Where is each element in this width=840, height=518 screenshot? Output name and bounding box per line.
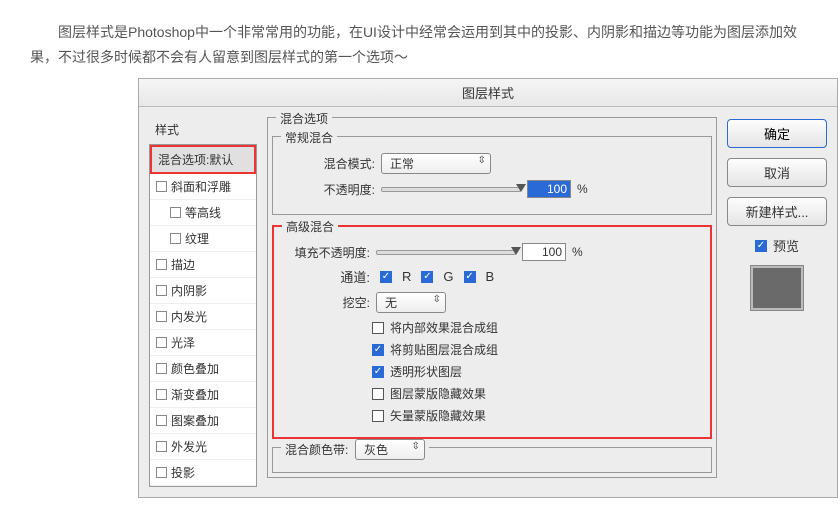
- checkbox-icon[interactable]: [156, 415, 167, 426]
- sidebar-item-stroke[interactable]: 描边: [150, 252, 256, 278]
- sidebar-item-blending-options[interactable]: 混合选项:默认: [150, 145, 256, 174]
- channel-b-checkbox[interactable]: [464, 271, 476, 283]
- blend-if-legend: 混合颜色带: 灰色: [281, 439, 429, 460]
- blend-mode-label: 混合模式:: [287, 155, 375, 172]
- checkbox-icon[interactable]: [156, 389, 167, 400]
- blend-mode-select[interactable]: 正常: [381, 153, 491, 174]
- opt-layermask-label: 图层蒙版隐藏效果: [390, 385, 486, 402]
- fill-opacity-suffix: %: [572, 245, 583, 259]
- channel-g-checkbox[interactable]: [421, 271, 433, 283]
- opt-interior-label: 将内部效果混合成组: [390, 319, 498, 336]
- preview-checkbox[interactable]: [755, 240, 767, 252]
- checkbox-icon[interactable]: [170, 207, 181, 218]
- opacity-label: 不透明度:: [287, 181, 375, 198]
- dialog-right-panel: 确定 取消 新建样式... 预览: [727, 117, 827, 487]
- advanced-blending-fieldset: 高级混合 填充不透明度: 100 % 通道: R G B: [272, 225, 712, 439]
- cancel-button[interactable]: 取消: [727, 158, 827, 187]
- channel-b-label: B: [486, 269, 495, 284]
- opt-clipped-checkbox[interactable]: [372, 344, 384, 356]
- checkbox-icon[interactable]: [156, 363, 167, 374]
- checkbox-icon[interactable]: [156, 337, 167, 348]
- blend-if-select[interactable]: 灰色: [355, 439, 425, 460]
- new-style-button[interactable]: 新建样式...: [727, 197, 827, 226]
- ok-button[interactable]: 确定: [727, 119, 827, 148]
- sidebar-item-bevel[interactable]: 斜面和浮雕: [150, 174, 256, 200]
- sidebar-item-color-overlay[interactable]: 颜色叠加: [150, 356, 256, 382]
- opt-transparency-checkbox[interactable]: [372, 366, 384, 378]
- opt-layermask-checkbox[interactable]: [372, 388, 384, 400]
- opt-clipped-label: 将剪贴图层混合成组: [390, 341, 498, 358]
- fill-opacity-input[interactable]: 100: [522, 243, 566, 261]
- article-paragraph: 图层样式是Photoshop中一个非常常用的功能，在UI设计中经常会运用到其中的…: [30, 20, 810, 70]
- channel-r-checkbox[interactable]: [380, 271, 392, 283]
- knockout-select[interactable]: 无: [376, 292, 446, 313]
- checkbox-icon[interactable]: [156, 441, 167, 452]
- sidebar-item-inner-glow[interactable]: 内发光: [150, 304, 256, 330]
- sidebar-item-outer-glow[interactable]: 外发光: [150, 434, 256, 460]
- opt-transparency-label: 透明形状图层: [390, 363, 462, 380]
- checkbox-icon[interactable]: [156, 311, 167, 322]
- styles-sidebar: 样式 混合选项:默认 斜面和浮雕 等高线 纹理 描边 内阴影 内发光 光泽 颜色…: [149, 117, 257, 487]
- general-blending-fieldset: 常规混合 混合模式: 正常 不透明度: 100 %: [272, 136, 712, 215]
- sidebar-item-contour[interactable]: 等高线: [150, 200, 256, 226]
- preview-swatch: [750, 265, 804, 311]
- opacity-input[interactable]: 100: [527, 180, 571, 198]
- fill-opacity-slider[interactable]: [376, 250, 516, 255]
- general-blending-legend: 常规混合: [281, 129, 337, 146]
- styles-list: 混合选项:默认 斜面和浮雕 等高线 纹理 描边 内阴影 内发光 光泽 颜色叠加 …: [149, 144, 257, 487]
- checkbox-icon[interactable]: [156, 259, 167, 270]
- opacity-suffix: %: [577, 182, 588, 196]
- channels-label: 通道:: [282, 267, 370, 286]
- sidebar-item-pattern-overlay[interactable]: 图案叠加: [150, 408, 256, 434]
- sidebar-item-texture[interactable]: 纹理: [150, 226, 256, 252]
- checkbox-icon[interactable]: [170, 233, 181, 244]
- fill-opacity-label: 填充不透明度:: [282, 244, 370, 261]
- checkbox-icon[interactable]: [156, 467, 167, 478]
- checkbox-icon[interactable]: [156, 181, 167, 192]
- dialog-titlebar: 图层样式: [139, 79, 837, 107]
- preview-label: 预览: [773, 236, 799, 255]
- channel-g-label: G: [443, 269, 453, 284]
- opt-vectormask-checkbox[interactable]: [372, 410, 384, 422]
- blend-if-fieldset: 混合颜色带: 灰色: [272, 447, 712, 473]
- opt-interior-checkbox[interactable]: [372, 322, 384, 334]
- slider-thumb-icon[interactable]: [516, 184, 526, 197]
- channel-r-label: R: [402, 269, 411, 284]
- sidebar-item-satin[interactable]: 光泽: [150, 330, 256, 356]
- opacity-slider[interactable]: [381, 187, 521, 192]
- sidebar-title: 样式: [149, 117, 257, 144]
- opt-vectormask-label: 矢量蒙版隐藏效果: [390, 407, 486, 424]
- advanced-blending-legend: 高级混合: [282, 218, 338, 235]
- blending-options-legend: 混合选项: [276, 110, 332, 127]
- knockout-label: 挖空:: [282, 294, 370, 311]
- sidebar-item-drop-shadow[interactable]: 投影: [150, 460, 256, 486]
- blending-options-panel: 混合选项 常规混合 混合模式: 正常 不透明度: 100 %: [267, 117, 717, 487]
- checkbox-icon[interactable]: [156, 285, 167, 296]
- sidebar-item-inner-shadow[interactable]: 内阴影: [150, 278, 256, 304]
- slider-thumb-icon[interactable]: [511, 247, 521, 260]
- sidebar-item-gradient-overlay[interactable]: 渐变叠加: [150, 382, 256, 408]
- blending-options-fieldset: 混合选项 常规混合 混合模式: 正常 不透明度: 100 %: [267, 117, 717, 478]
- layer-style-dialog: 图层样式 样式 混合选项:默认 斜面和浮雕 等高线 纹理 描边 内阴影 内发光 …: [138, 78, 838, 498]
